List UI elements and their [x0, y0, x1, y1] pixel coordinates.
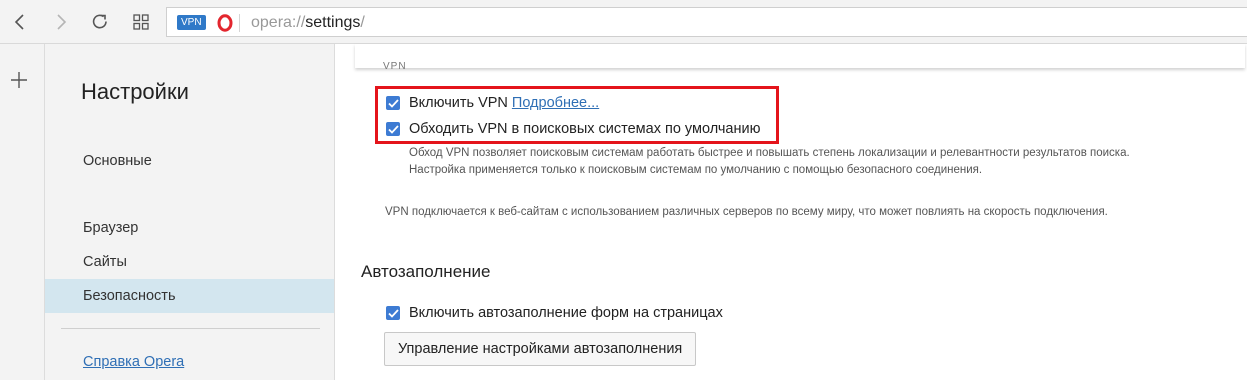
forward-button[interactable] [47, 8, 75, 36]
url-suffix: / [360, 14, 365, 31]
vpn-section-title-cut: VPN [383, 61, 407, 72]
sidebar-divider [61, 328, 320, 329]
back-arrow-icon [14, 14, 24, 30]
url-text: opera://settings/ [251, 13, 365, 33]
settings-content: VPN Включить VPN Подробнее... Обходить V… [335, 44, 1247, 380]
enable-vpn-checkbox[interactable] [386, 96, 400, 110]
back-button[interactable] [6, 8, 34, 36]
scrolled-header: VPN [355, 44, 1245, 72]
sidebar-item-basic[interactable]: Основные [45, 144, 334, 178]
browser-toolbar: VPN opera://settings/ [0, 0, 1247, 44]
url-scheme: opera:// [251, 14, 306, 31]
autofill-section-title: Автозаполнение [361, 262, 491, 281]
address-divider [239, 14, 240, 32]
vpn-more-link[interactable]: Подробнее... [512, 95, 599, 111]
sidebar-item-sites[interactable]: Сайты [45, 245, 334, 279]
autofill-enable-label[interactable]: Включить автозаполнение форм на страница… [409, 305, 723, 321]
reload-icon [92, 14, 107, 29]
bypass-vpn-label[interactable]: Обходить VPN в поисковых системах по умо… [409, 121, 760, 137]
grid-icon [133, 14, 149, 30]
forward-arrow-icon [57, 14, 67, 30]
help-link[interactable]: Справка Opera [83, 354, 184, 370]
settings-sidebar: Настройки Основные Браузер Сайты Безопас… [45, 44, 335, 380]
bypass-vpn-checkbox[interactable] [386, 122, 400, 136]
bypass-description: Обход VPN позволяет поисковым системам р… [409, 145, 1130, 179]
bypass-description-line1: Обход VPN позволяет поисковым системам р… [409, 147, 1130, 159]
vpn-badge[interactable]: VPN [177, 15, 206, 30]
url-host: settings [305, 14, 361, 31]
enable-vpn-row: Включить VPN Подробнее... [386, 95, 599, 111]
sidebar-item-browser[interactable]: Браузер [45, 211, 334, 245]
sidebar-item-security[interactable]: Безопасность [45, 279, 334, 313]
bypass-vpn-row: Обходить VPN в поисковых системах по умо… [386, 121, 760, 137]
reload-button[interactable] [86, 8, 114, 36]
checkmark-icon [387, 124, 399, 134]
left-rail [0, 44, 45, 380]
address-bar[interactable]: VPN opera://settings/ [166, 7, 1247, 37]
enable-vpn-label[interactable]: Включить VPN [409, 95, 508, 111]
sidebar-title: Настройки [81, 79, 189, 104]
autofill-enable-checkbox[interactable] [386, 306, 400, 320]
checkmark-icon [387, 308, 399, 318]
tabs-grid-button[interactable] [127, 8, 155, 36]
plus-icon[interactable] [9, 70, 29, 90]
opera-logo-icon [217, 14, 233, 32]
bypass-description-line2: Настройка применяется только к поисковым… [409, 164, 983, 176]
manage-autofill-button[interactable]: Управление настройками автозаполнения [384, 332, 697, 366]
autofill-enable-row: Включить автозаполнение форм на страница… [386, 305, 723, 321]
checkmark-icon [387, 98, 399, 108]
vpn-speed-note: VPN подключается к веб-сайтам с использо… [385, 206, 1108, 218]
